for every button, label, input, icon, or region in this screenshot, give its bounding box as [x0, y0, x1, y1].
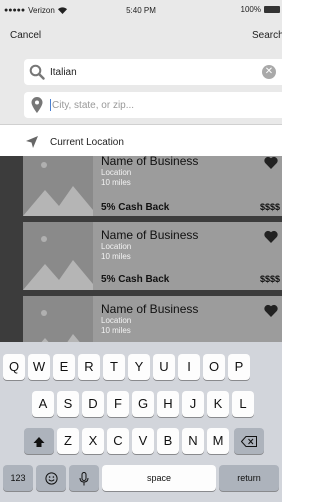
result-card[interactable]: Name of Business Location 10 miles	[23, 296, 282, 342]
backspace-icon	[240, 436, 257, 448]
business-location: Location	[101, 168, 132, 177]
key-h[interactable]: H	[157, 391, 179, 417]
key-t[interactable]: T	[103, 354, 125, 380]
key-p[interactable]: P	[228, 354, 250, 380]
text-caret	[50, 99, 51, 111]
key-m[interactable]: M	[207, 428, 229, 454]
key-u[interactable]: U	[153, 354, 175, 380]
heart-icon[interactable]	[264, 304, 278, 317]
clear-icon[interactable]: ✕	[262, 65, 276, 79]
key-j[interactable]: J	[182, 391, 204, 417]
key-x[interactable]: X	[82, 428, 104, 454]
current-location-option[interactable]: Current Location	[0, 128, 282, 156]
return-key[interactable]: return	[219, 465, 279, 491]
mountain-icon	[23, 260, 93, 290]
status-right: 100%	[241, 5, 280, 14]
business-location: Location	[101, 242, 132, 251]
numbers-key[interactable]: 123	[3, 465, 33, 491]
shift-key[interactable]	[24, 428, 54, 454]
key-f[interactable]: F	[107, 391, 129, 417]
key-l[interactable]: L	[232, 391, 254, 417]
navigation-arrow-icon	[26, 136, 50, 148]
nav-row: Cancel Search	[0, 20, 282, 50]
business-info: Name of Business Location 10 miles	[101, 228, 198, 262]
key-r[interactable]: R	[78, 354, 100, 380]
emoji-key[interactable]	[36, 465, 66, 491]
search-header: Cancel Search Italian ✕ City, state, or …	[0, 20, 282, 124]
business-distance: 10 miles	[101, 326, 131, 335]
dictation-key[interactable]	[69, 465, 99, 491]
business-name: Name of Business	[101, 302, 199, 316]
key-v[interactable]: V	[132, 428, 154, 454]
business-distance: 10 miles	[101, 252, 131, 261]
microphone-icon	[79, 471, 89, 486]
cancel-button[interactable]: Cancel	[10, 30, 41, 41]
image-placeholder-sun	[41, 310, 47, 316]
shift-arrow-icon	[33, 436, 45, 447]
key-i[interactable]: I	[178, 354, 200, 380]
key-y[interactable]: Y	[128, 354, 150, 380]
key-b[interactable]: B	[157, 428, 179, 454]
business-name: Name of Business	[101, 156, 199, 168]
business-name: Name of Business	[101, 228, 199, 242]
space-key[interactable]: space	[102, 465, 216, 491]
results-list: Name of Business Location 10 miles 5% Ca…	[0, 156, 282, 342]
result-card[interactable]: Name of Business Location 10 miles 5% Ca…	[23, 156, 282, 216]
key-o[interactable]: O	[203, 354, 225, 380]
business-thumbnail	[23, 222, 93, 290]
business-distance: 10 miles	[101, 178, 131, 187]
key-k[interactable]: K	[207, 391, 229, 417]
image-placeholder-sun	[41, 236, 47, 242]
key-q[interactable]: Q	[3, 354, 25, 380]
keyboard: Q W E R T Y U I O P A S D F G H J K L Z …	[0, 342, 282, 502]
key-g[interactable]: G	[132, 391, 154, 417]
status-bar: ●●●●● Verizon 5:40 PM 100%	[0, 0, 282, 20]
emoji-icon	[44, 472, 58, 485]
cashback-label: 5% Cash Back	[101, 274, 170, 285]
business-thumbnail	[23, 156, 93, 216]
business-info: Name of Business Location 10 miles	[101, 302, 198, 336]
price-level: $$$$	[259, 202, 280, 212]
battery-percent: 100%	[240, 5, 261, 14]
search-query-value: Italian	[50, 66, 77, 78]
cashback-label: 5% Cash Back	[101, 202, 170, 213]
result-card[interactable]: Name of Business Location 10 miles 5% Ca…	[23, 222, 282, 290]
location-pin-icon	[24, 97, 50, 113]
mountain-icon	[41, 334, 80, 342]
search-input[interactable]: Italian ✕	[24, 59, 282, 85]
search-icon	[24, 64, 50, 80]
delete-key[interactable]	[234, 428, 264, 454]
key-a[interactable]: A	[32, 391, 54, 417]
search-button[interactable]: Search	[252, 30, 282, 41]
heart-icon[interactable]	[264, 156, 278, 169]
business-thumbnail	[23, 296, 93, 342]
key-e[interactable]: E	[53, 354, 75, 380]
key-w[interactable]: W	[28, 354, 50, 380]
divider	[0, 124, 282, 125]
business-info: Name of Business Location 10 miles	[101, 156, 198, 188]
battery-icon	[264, 6, 280, 13]
key-s[interactable]: S	[57, 391, 79, 417]
heart-icon[interactable]	[264, 230, 278, 243]
key-c[interactable]: C	[107, 428, 129, 454]
business-location: Location	[101, 316, 132, 325]
current-location-label: Current Location	[50, 136, 124, 148]
location-input[interactable]: City, state, or zip...	[24, 92, 282, 118]
mountain-icon	[23, 186, 93, 216]
key-z[interactable]: Z	[57, 428, 79, 454]
key-n[interactable]: N	[182, 428, 204, 454]
price-level: $$$$	[259, 274, 280, 284]
key-d[interactable]: D	[82, 391, 104, 417]
location-placeholder: City, state, or zip...	[52, 99, 135, 111]
image-placeholder-sun	[41, 162, 47, 168]
